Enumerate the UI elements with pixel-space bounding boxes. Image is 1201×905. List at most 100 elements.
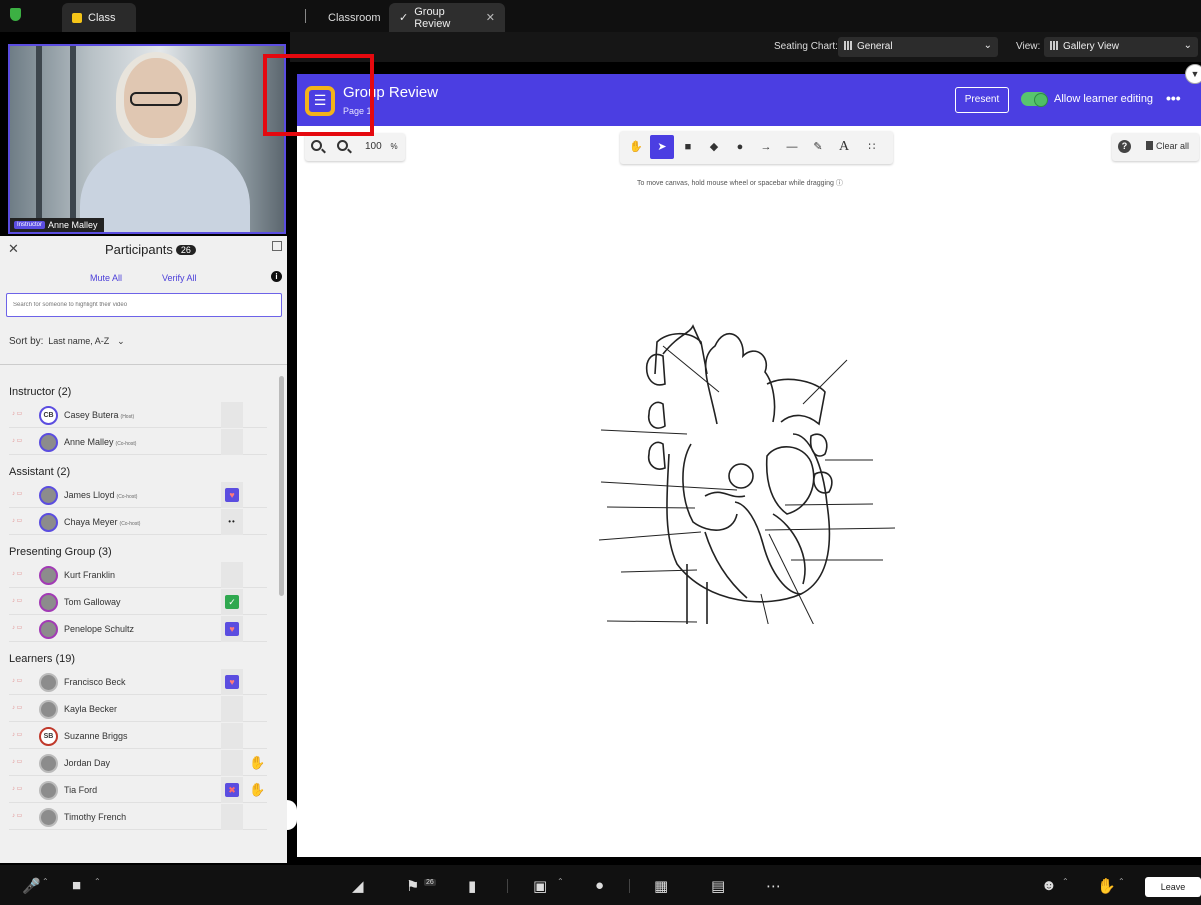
zoom-level[interactable]: 100 % [365,141,398,152]
arrow-tool-icon[interactable]: → [754,135,778,159]
hand-tool-icon[interactable]: ✋ [624,135,648,159]
reactions-icon[interactable]: ☻ [1041,877,1057,894]
participants-scrollbar[interactable] [279,376,284,596]
popout-icon[interactable] [272,241,282,251]
close-icon[interactable]: ✕ [486,11,495,24]
caret-up-icon[interactable]: ⌃ [94,877,101,886]
raise-hand-icon[interactable]: ✋ [1097,877,1116,895]
leave-button[interactable]: Leave [1145,877,1201,897]
present-button[interactable]: Present [955,87,1009,113]
participant-row[interactable]: ♪ ▭ Timothy French [9,804,267,830]
muted-mic-icon[interactable]: ♪ ▭ [12,677,22,684]
seating-chart-select[interactable]: General ⌄ [838,37,998,57]
zoom-out-icon[interactable] [337,140,348,151]
lightbulb-icon[interactable]: ● [595,877,604,894]
tab-class[interactable]: Class [62,3,136,32]
panel-collapse-handle[interactable] [287,800,297,830]
participant-row[interactable]: ♪ ▭ Francisco Beck [9,669,267,695]
video-person-glasses [130,92,182,106]
text-tool-icon[interactable]: A [832,135,856,159]
meeting-controls-bar: 🎤 ⌃ ■ ⌃ ◢ ⚑ 26 ▮ ▣ ⌃ ● ▦ ▤ ⋯ ☻ ⌃ ✋ ⌃ Lea… [0,865,1201,905]
pencil-tool-icon[interactable]: ✎ [806,135,830,159]
verify-all-button[interactable]: Verify All [162,273,197,283]
more-shapes-icon[interactable]: ∷ [860,135,884,159]
participant-name: Tia Ford [64,785,97,795]
participant-name-text: Kurt Franklin [64,570,116,580]
muted-mic-icon[interactable]: ♪ ▭ [12,812,22,819]
sort-control[interactable]: Sort by: Last name, A-Z ⌄ [9,336,125,347]
participants-icon[interactable]: ⚑ [406,877,419,895]
caret-up-icon[interactable]: ⌃ [1062,877,1069,886]
muted-mic-icon[interactable]: ♪ ▭ [12,570,22,577]
collapse-icon[interactable]: ▼ [1185,64,1201,84]
heart-vessel [647,401,666,429]
tab-classroom[interactable]: Classroom [312,3,386,32]
participant-row[interactable]: ♪ ▭ Tia Ford ✋ [9,777,267,803]
microphone-icon[interactable]: 🎤 [22,877,41,895]
heart-diagram[interactable] [597,264,907,624]
share-screen-icon[interactable]: ▣ [533,877,547,895]
participant-search-input[interactable] [6,293,282,317]
participant-row[interactable]: ♪ ▭ Kayla Becker [9,696,267,722]
info-icon[interactable]: i [271,271,282,282]
tab-group-review[interactable]: ✓ Group Review ✕ [389,3,505,32]
camera-icon[interactable]: ■ [72,877,81,894]
label-line [606,506,696,509]
view-select[interactable]: Gallery View ⌄ [1044,37,1198,57]
select-tool-icon[interactable]: ➤ [650,135,674,159]
participant-row[interactable]: ♪ ▭ Kurt Franklin [9,562,267,588]
sort-value: Last name, A-Z [48,336,110,346]
line-tool-icon[interactable]: — [780,135,804,159]
participant-row[interactable]: ♪ ▭ James Lloyd (Co-host) [9,482,267,508]
diamond-tool-icon[interactable]: ◆ [702,135,726,159]
muted-mic-icon[interactable]: ♪ ▭ [12,624,22,631]
muted-mic-icon[interactable]: ♪ ▭ [12,704,22,711]
chevron-down-icon: ⌄ [117,336,125,346]
video-caption: Instructor Anne Malley [10,218,104,232]
zoom-controls: 100 % [305,133,405,161]
participant-row[interactable]: ♪ ▭ SB Suzanne Briggs [9,723,267,749]
participant-row[interactable]: ♪ ▭ Tom Galloway [9,589,267,615]
clear-all-button[interactable]: Clear all [1146,141,1189,151]
mute-all-button[interactable]: Mute All [90,273,122,283]
muted-mic-icon[interactable]: ♪ ▭ [12,785,22,792]
circle-tool-icon[interactable]: ● [728,135,752,159]
participant-row[interactable]: ♪ ▭ Chaya Meyer (Co-host) [9,509,267,535]
caret-up-icon[interactable]: ⌃ [557,877,564,886]
avatar: CB [39,406,58,425]
whiteboard-icon[interactable]: ▤ [711,877,725,895]
participant-row[interactable]: ♪ ▭ Anne Malley (Co-host) [9,429,267,455]
board-actions: ? Clear all [1112,133,1199,161]
allow-learner-editing-toggle[interactable] [1021,92,1048,107]
grid-layout-icon[interactable]: ▦ [654,877,668,895]
muted-mic-icon[interactable]: ♪ ▭ [12,731,22,738]
drawing-toolbar: ✋ ➤ ■ ◆ ● → — ✎ A ∷ [620,131,893,164]
participant-row[interactable]: ♪ ▭ Penelope Schultz [9,616,267,642]
muted-mic-icon[interactable]: ♪ ▭ [12,597,22,604]
background-window-frame [70,46,76,232]
instructor-video[interactable]: Instructor Anne Malley [8,44,286,234]
muted-mic-icon[interactable]: ♪ ▭ [12,517,22,524]
more-icon[interactable]: ⋯ [766,877,781,895]
chart-icon[interactable]: ◢ [352,877,364,895]
rectangle-tool-icon[interactable]: ■ [676,135,700,159]
participants-badge: 26 [424,879,436,886]
participant-name: Francisco Beck [64,677,126,687]
muted-mic-icon[interactable]: ♪ ▭ [12,758,22,765]
more-options-icon[interactable]: ••• [1166,90,1181,106]
participant-row[interactable]: ♪ ▭ Jordan Day ✋ [9,750,267,776]
help-icon[interactable]: ? [1118,140,1131,153]
muted-mic-icon[interactable]: ♪ ▭ [12,410,22,417]
participant-row[interactable]: ♪ ▭ CB Casey Butera (Host) [9,402,267,428]
close-icon[interactable]: ✕ [8,241,19,257]
caret-up-icon[interactable]: ⌃ [1118,877,1125,886]
video-person-body [80,146,250,232]
chat-icon[interactable]: ▮ [468,877,476,895]
raised-hand-icon[interactable]: ✋ [249,755,265,771]
zoom-in-icon[interactable] [311,140,322,151]
caret-up-icon[interactable]: ⌃ [42,877,49,886]
raised-hand-icon[interactable]: ✋ [249,782,265,798]
muted-mic-icon[interactable]: ♪ ▭ [12,437,22,444]
muted-mic-icon[interactable]: ♪ ▭ [12,490,22,497]
avatar [39,808,58,827]
